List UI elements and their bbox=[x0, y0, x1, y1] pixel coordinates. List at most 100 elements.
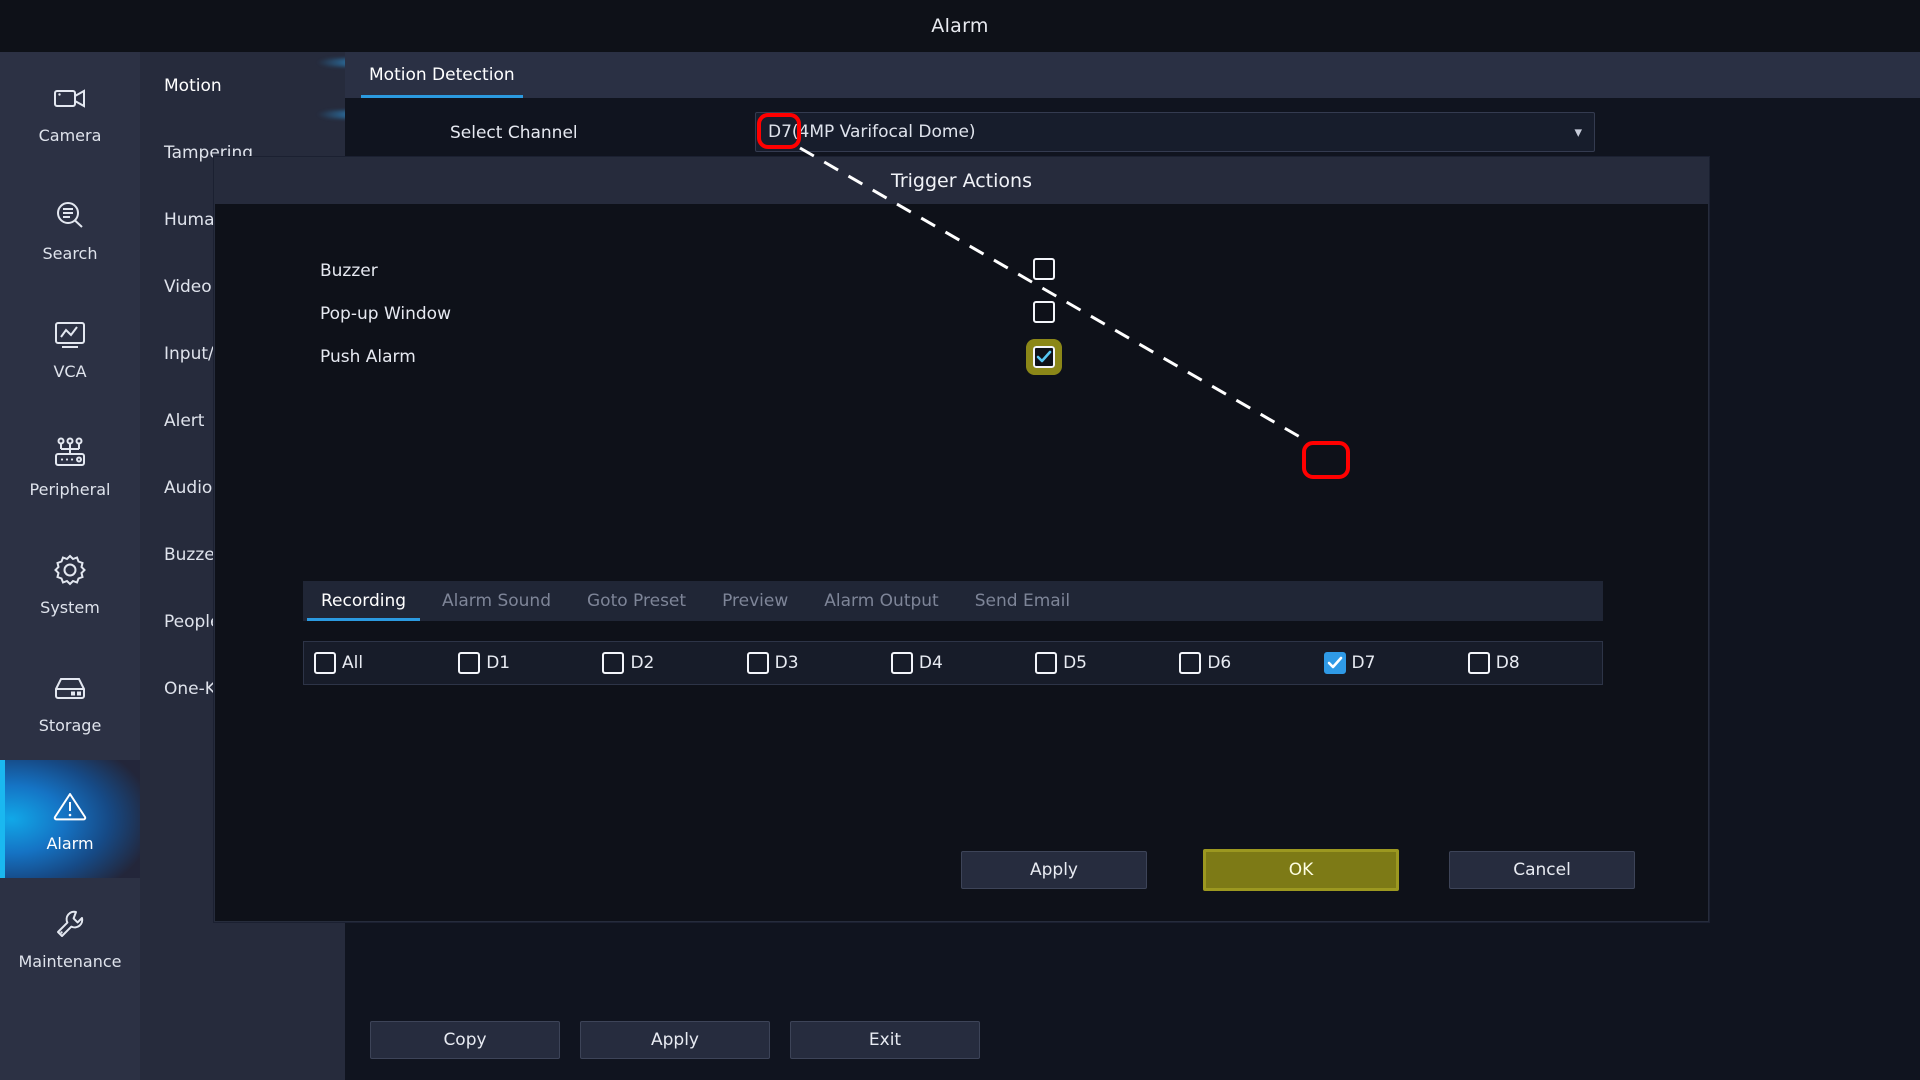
channel-label-d8: D8 bbox=[1495, 653, 1520, 673]
alarm-warning-icon bbox=[50, 786, 90, 826]
storage-icon bbox=[50, 668, 90, 708]
submenu-label-alert: Alert bbox=[164, 410, 205, 431]
dialog-ok-label: OK bbox=[1288, 860, 1314, 880]
dialog-tab-label-alarm-output: Alarm Output bbox=[824, 591, 939, 611]
nav-label-vca: VCA bbox=[53, 361, 87, 381]
dialog-ok-button[interactable]: OK bbox=[1203, 849, 1399, 891]
channel-item-d3[interactable]: D3 bbox=[737, 652, 881, 674]
buzzer-checkbox[interactable] bbox=[1033, 258, 1055, 280]
channel-label-d5: D5 bbox=[1063, 653, 1087, 673]
exit-button-label: Exit bbox=[868, 1030, 902, 1050]
main-nav-rail: Camera Search VCA Peripheral System Stor… bbox=[0, 52, 140, 1080]
exit-button[interactable]: Exit bbox=[790, 1021, 980, 1059]
dialog-title: Trigger Actions bbox=[891, 170, 1032, 192]
channel-label-d4: D4 bbox=[918, 653, 943, 673]
channel-item-d5[interactable]: D5 bbox=[1025, 652, 1169, 674]
channel-item-all[interactable]: All bbox=[304, 652, 448, 674]
select-channel-label: Select Channel bbox=[450, 123, 578, 143]
action-label-push-alarm: Push Alarm bbox=[320, 347, 416, 367]
dialog-tab-label-send-email: Send Email bbox=[974, 591, 1071, 611]
dialog-tab-label-goto-preset: Goto Preset bbox=[587, 591, 687, 611]
copy-button[interactable]: Copy bbox=[370, 1021, 560, 1059]
window-title-bar: Alarm bbox=[0, 0, 1920, 52]
dialog-tab-recording[interactable]: Recording bbox=[303, 581, 424, 621]
dialog-apply-label: Apply bbox=[1030, 860, 1078, 880]
dialog-tab-alarm-sound[interactable]: Alarm Sound bbox=[424, 581, 569, 621]
channel-label-d6: D6 bbox=[1207, 653, 1232, 673]
action-checkbox-wrap-buzzer bbox=[1033, 258, 1055, 284]
peripheral-icon bbox=[50, 432, 90, 472]
channel-label-d7: D7 bbox=[1351, 653, 1376, 673]
nav-label-maintenance: Maintenance bbox=[18, 951, 122, 971]
channel-checkbox-d3[interactable] bbox=[746, 652, 769, 674]
dialog-tab-bar: Recording Alarm Sound Goto Preset Previe… bbox=[303, 581, 1603, 621]
nav-item-storage[interactable]: Storage bbox=[0, 642, 140, 760]
dialog-footer: Apply OK Cancel bbox=[215, 849, 1708, 895]
action-checkbox-wrap-popup-window bbox=[1033, 301, 1055, 327]
wrench-icon bbox=[50, 904, 90, 944]
nav-item-maintenance[interactable]: Maintenance bbox=[0, 878, 140, 996]
recording-channel-strip: All D1 D2 D3 D4 D5 D6 D7 D8 bbox=[303, 641, 1603, 685]
channel-checkbox-d8[interactable] bbox=[1467, 652, 1490, 674]
nav-item-camera[interactable]: Camera bbox=[0, 52, 140, 170]
apply-button[interactable]: Apply bbox=[580, 1021, 770, 1059]
channel-label-all: All bbox=[342, 653, 364, 673]
action-label-buzzer: Buzzer bbox=[320, 261, 378, 281]
channel-label-d1: D1 bbox=[486, 653, 511, 673]
action-row-buzzer: Buzzer bbox=[215, 249, 1708, 293]
dialog-cancel-button[interactable]: Cancel bbox=[1449, 851, 1635, 889]
tab-label-motion-detection: Motion Detection bbox=[369, 65, 515, 85]
channel-checkbox-d7[interactable] bbox=[1323, 652, 1346, 674]
channel-label-d3: D3 bbox=[774, 653, 799, 673]
nav-item-system[interactable]: System bbox=[0, 524, 140, 642]
action-label-popup-window: Pop-up Window bbox=[320, 304, 451, 324]
page-title: Alarm bbox=[931, 15, 989, 37]
content-tab-bar: Motion Detection bbox=[345, 52, 1920, 98]
select-channel-dropdown[interactable]: D7(4MP Varifocal Dome) ▾ bbox=[755, 112, 1595, 152]
channel-item-d8[interactable]: D8 bbox=[1458, 652, 1602, 674]
dialog-apply-button[interactable]: Apply bbox=[961, 851, 1147, 889]
submenu-label-motion: Motion bbox=[164, 75, 222, 96]
popup-window-checkbox[interactable] bbox=[1033, 301, 1055, 323]
dialog-title-bar: Trigger Actions bbox=[215, 158, 1708, 204]
dialog-tab-goto-preset[interactable]: Goto Preset bbox=[569, 581, 704, 621]
nav-item-search[interactable]: Search bbox=[0, 170, 140, 288]
channel-item-d4[interactable]: D4 bbox=[881, 652, 1025, 674]
channel-item-d6[interactable]: D6 bbox=[1169, 652, 1313, 674]
channel-checkbox-d1[interactable] bbox=[458, 652, 481, 674]
dialog-tab-label-recording: Recording bbox=[321, 591, 407, 611]
nav-item-peripheral[interactable]: Peripheral bbox=[0, 406, 140, 524]
channel-checkbox-d2[interactable] bbox=[602, 652, 625, 674]
dialog-tab-alarm-output[interactable]: Alarm Output bbox=[806, 581, 956, 621]
bottom-command-bar: Copy Apply Exit bbox=[345, 1000, 1920, 1080]
nav-label-camera: Camera bbox=[38, 125, 102, 145]
dialog-cancel-label: Cancel bbox=[1513, 860, 1571, 880]
dialog-tab-label-alarm-sound: Alarm Sound bbox=[442, 591, 551, 611]
channel-checkbox-d6[interactable] bbox=[1179, 652, 1202, 674]
channel-checkbox-d4[interactable] bbox=[890, 652, 913, 674]
search-icon bbox=[50, 196, 90, 236]
channel-item-d1[interactable]: D1 bbox=[448, 652, 592, 674]
nvr-alarm-screen: Alarm Camera Search VCA Peripheral Syste… bbox=[0, 0, 1920, 1080]
channel-item-d7[interactable]: D7 bbox=[1314, 652, 1458, 674]
tab-motion-detection[interactable]: Motion Detection bbox=[353, 52, 531, 98]
action-row-popup-window: Pop-up Window bbox=[215, 292, 1708, 336]
submenu-item-motion[interactable]: Motion bbox=[140, 52, 345, 119]
apply-button-label: Apply bbox=[651, 1030, 699, 1050]
chevron-down-icon: ▾ bbox=[1574, 123, 1582, 141]
channel-item-d2[interactable]: D2 bbox=[592, 652, 736, 674]
channel-checkbox-all[interactable] bbox=[314, 652, 336, 674]
dialog-tab-label-preview: Preview bbox=[722, 591, 789, 611]
action-row-push-alarm: Push Alarm bbox=[215, 335, 1708, 379]
dialog-tab-preview[interactable]: Preview bbox=[704, 581, 806, 621]
select-channel-value: D7(4MP Varifocal Dome) bbox=[768, 122, 976, 142]
nav-item-vca[interactable]: VCA bbox=[0, 288, 140, 406]
vca-icon bbox=[50, 314, 90, 354]
dialog-tab-send-email[interactable]: Send Email bbox=[957, 581, 1088, 621]
nav-label-search: Search bbox=[42, 243, 98, 263]
dialog-body: Buzzer Pop-up Window Push Alarm Recordin… bbox=[215, 204, 1708, 923]
push-alarm-checkbox[interactable] bbox=[1026, 338, 1062, 375]
nav-label-storage: Storage bbox=[38, 715, 102, 735]
nav-item-alarm[interactable]: Alarm bbox=[0, 760, 140, 878]
channel-checkbox-d5[interactable] bbox=[1035, 652, 1058, 674]
